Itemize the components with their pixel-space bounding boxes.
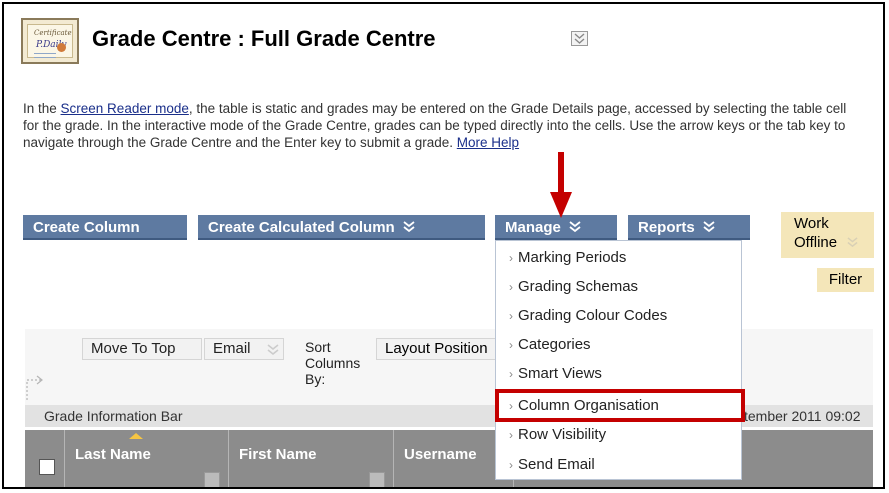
chevron-right-icon: › — [509, 458, 513, 472]
create-calculated-column-button[interactable]: Create Calculated Column — [198, 215, 485, 240]
menu-item-grading-schemas[interactable]: › Grading Schemas — [496, 272, 741, 301]
chevron-down-icon — [703, 216, 715, 241]
menu-item-marking-periods[interactable]: › Marking Periods — [496, 243, 741, 272]
manage-button[interactable]: Manage — [495, 215, 617, 240]
chevron-down-icon — [267, 342, 279, 362]
title-menu-chevron-icon[interactable] — [571, 31, 588, 46]
chevron-right-icon: › — [509, 309, 513, 323]
chevron-down-icon — [403, 216, 415, 241]
annotation-arrow-icon — [550, 152, 572, 218]
reports-button[interactable]: Reports — [628, 215, 750, 240]
screen-reader-mode-link[interactable]: Screen Reader mode — [61, 101, 189, 116]
connector-arrow-icon — [26, 375, 43, 400]
menu-item-categories[interactable]: › Categories — [496, 330, 741, 359]
chevron-right-icon: › — [509, 338, 513, 352]
sort-columns-label: Sort Columns By: — [305, 339, 361, 387]
chevron-right-icon: › — [509, 280, 513, 294]
menu-item-grading-colour-codes[interactable]: › Grading Colour Codes — [496, 301, 741, 330]
screenshot-frame: Certificate P.Daily Grade Centre : Full … — [2, 2, 885, 489]
grade-information-bar: Grade Information Bar tember 2011 09:02 — [25, 405, 873, 427]
menu-item-smart-views[interactable]: › Smart Views — [496, 359, 741, 388]
email-button[interactable]: Email — [204, 338, 284, 360]
work-offline-button[interactable]: Work Offline — [781, 212, 874, 258]
select-all-cell — [25, 430, 65, 487]
column-menu-chevron-icon[interactable] — [369, 472, 385, 487]
certificate-icon: Certificate P.Daily — [21, 18, 79, 64]
last-saved-timestamp: tember 2011 09:02 — [744, 408, 861, 424]
certificate-icon-text: Certificate — [34, 29, 72, 37]
menu-item-send-email[interactable]: › Send Email — [496, 450, 741, 479]
page-title: Grade Centre : Full Grade Centre — [92, 26, 436, 51]
filter-button[interactable]: Filter — [817, 268, 874, 292]
sort-ascending-icon — [129, 433, 143, 439]
chevron-right-icon: › — [509, 251, 513, 265]
grade-information-bar-label: Grade Information Bar — [44, 408, 183, 424]
select-all-checkbox[interactable] — [39, 459, 55, 475]
column-menu-chevron-icon[interactable] — [204, 472, 220, 487]
move-to-top-button[interactable]: Move To Top — [82, 338, 202, 360]
grid-header-row: Last Name First Name Username — [25, 430, 873, 487]
annotation-highlight-box — [495, 389, 745, 422]
chevron-right-icon: › — [509, 367, 513, 381]
chevron-down-icon — [847, 234, 858, 253]
chevron-down-icon — [569, 216, 581, 241]
more-help-link[interactable]: More Help — [457, 135, 519, 150]
menu-item-row-visibility[interactable]: › Row Visibility — [496, 420, 741, 449]
chevron-right-icon: › — [509, 428, 513, 442]
column-header-first-name[interactable]: First Name — [229, 430, 394, 487]
intro-text: In the Screen Reader mode, the table is … — [23, 101, 847, 150]
manage-dropdown-menu: › Marking Periods › Grading Schemas › Gradi… — [495, 240, 742, 480]
create-column-button[interactable]: Create Column — [23, 215, 187, 240]
column-header-last-name[interactable]: Last Name — [65, 430, 229, 487]
sort-columns-select[interactable]: Layout Position — [376, 338, 496, 360]
seal-icon — [57, 43, 66, 52]
